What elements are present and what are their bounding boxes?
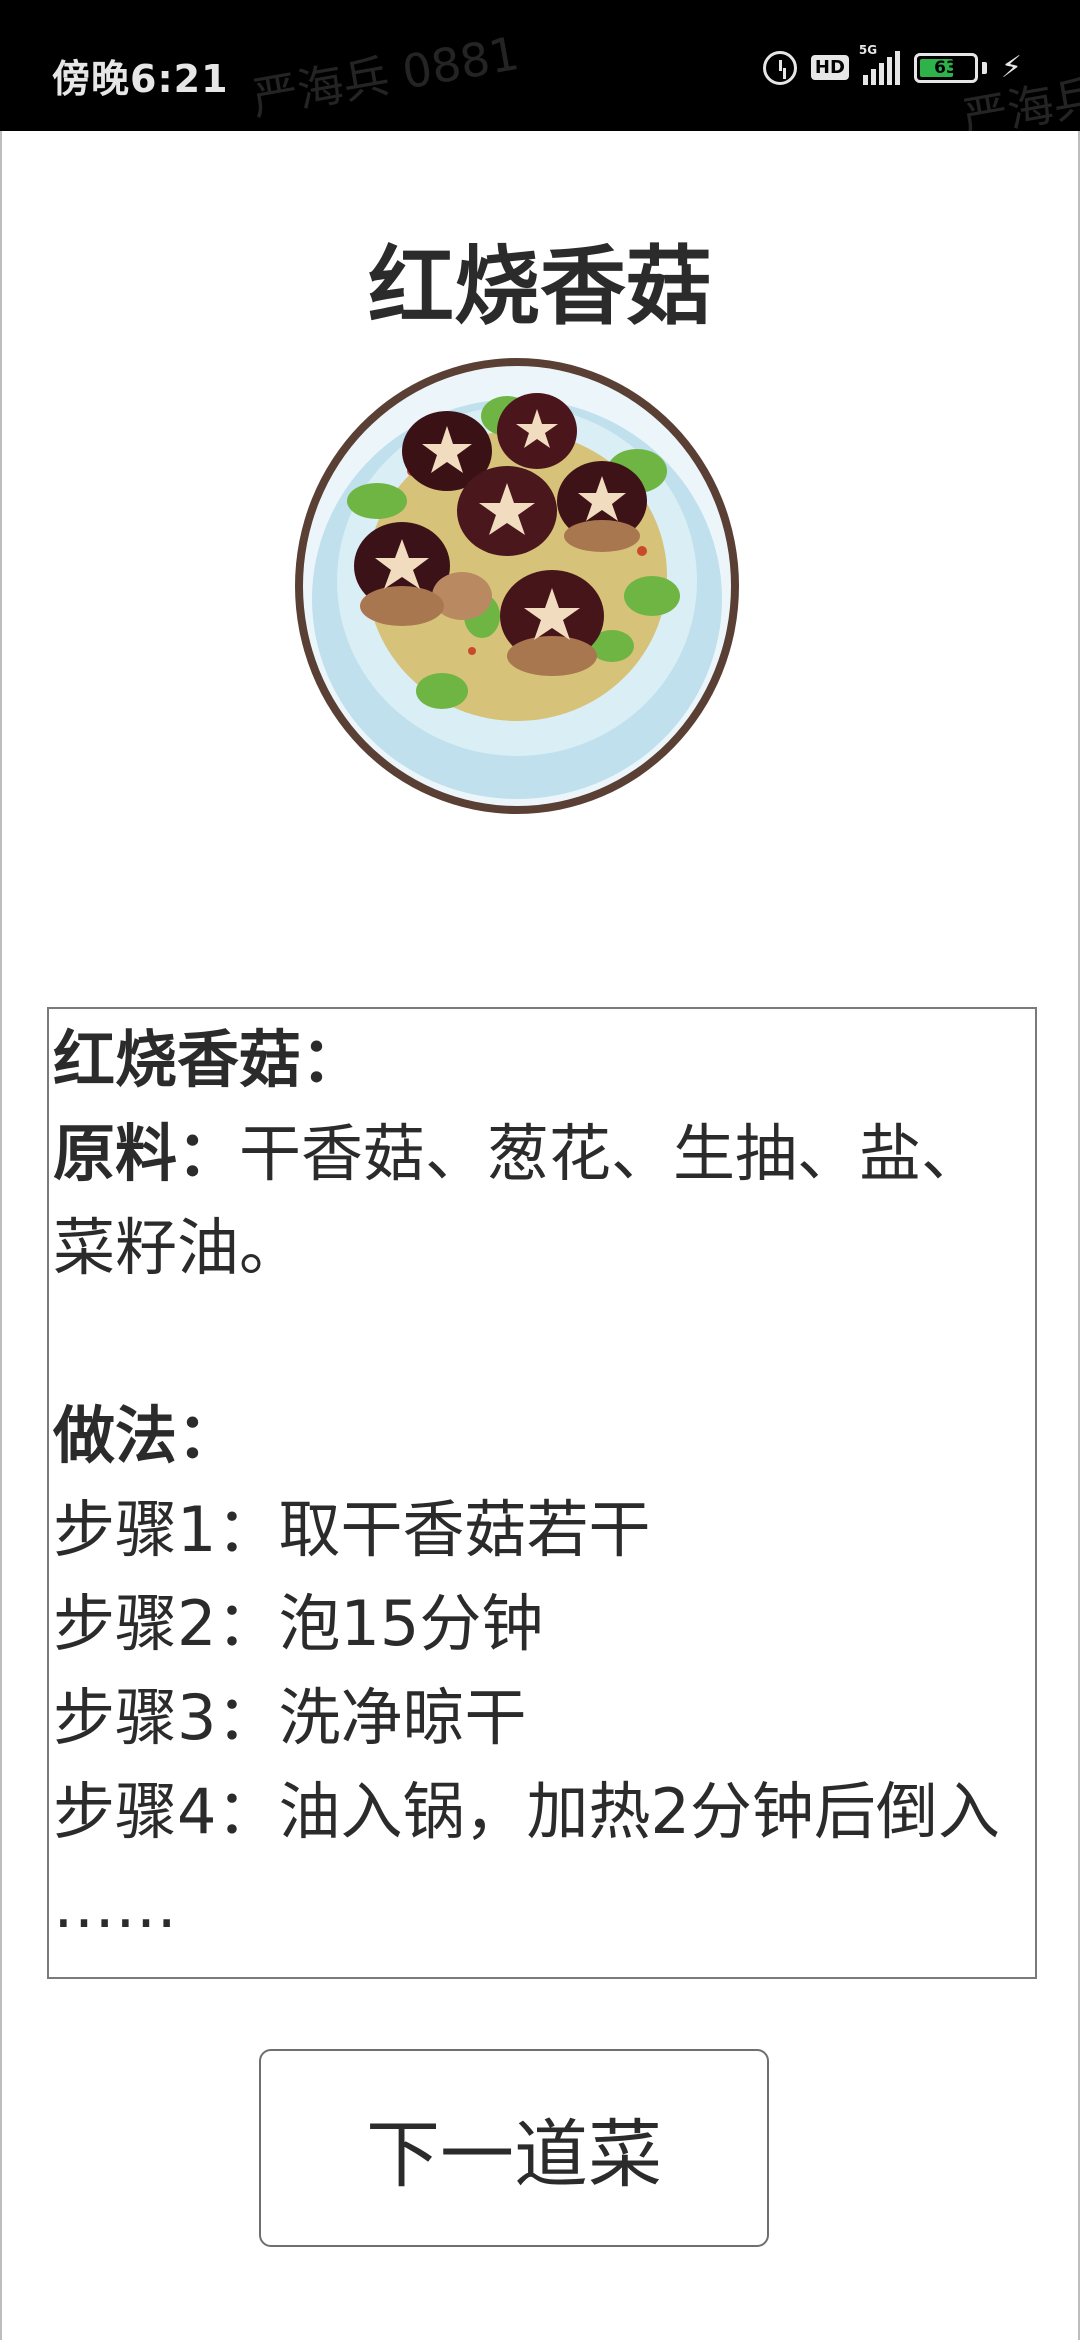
charging-bolt-icon: ⚡ [1000, 50, 1022, 85]
hd-icon: HD [810, 55, 849, 80]
ingredients-line: 原料：干香菇、葱花、生抽、盐、 [53, 1107, 1031, 1201]
recipe-heading: 红烧香菇： [53, 1023, 364, 1096]
network-gen-label: 5G [858, 42, 878, 57]
status-icons: HD 5G 63 ⚡ [762, 43, 1022, 85]
method-label: 做法： [53, 1399, 240, 1472]
recipe-step: 步骤1：取干香菇若干 [53, 1493, 651, 1566]
recipe-ellipsis: …… [53, 1869, 177, 1942]
signal-icon: 5G [859, 43, 900, 85]
recipe-step: 步骤2：泡15分钟 [53, 1587, 544, 1660]
dish-image [295, 358, 739, 814]
status-time: 傍晚6:21 [52, 57, 229, 101]
watermark: 严海兵 0881 [247, 25, 523, 126]
ingredients-text: 干香菇、葱花、生抽、盐、 [239, 1117, 984, 1190]
next-dish-button[interactable]: 下一道菜 [259, 2049, 769, 2247]
status-bar: 傍晚6:21 严海兵 0881 严海兵 0881 HD 5G 63 ⚡ [0, 0, 1080, 131]
alarm-icon [762, 50, 797, 85]
app-content: 红烧香菇 红烧香菇： 原料：干香菇、葱花、生抽、盐、 菜籽油。 做法： 步骤1：… [0, 131, 1080, 2340]
recipe-text-box[interactable]: 红烧香菇： 原料：干香菇、葱花、生抽、盐、 菜籽油。 做法： 步骤1：取干香菇若… [47, 1007, 1037, 1979]
battery-level: 63 [934, 57, 958, 78]
battery-tip [981, 61, 987, 74]
recipe-step: 步骤4：油入锅，加热2分钟后倒入 [53, 1775, 1000, 1848]
battery-icon: 63 [913, 52, 978, 83]
ingredients-text-cont: 菜籽油。 [53, 1211, 302, 1284]
ingredients-label: 原料： [53, 1117, 240, 1190]
page-title: 红烧香菇 [368, 237, 712, 337]
recipe-step: 步骤3：洗净晾干 [53, 1681, 527, 1754]
